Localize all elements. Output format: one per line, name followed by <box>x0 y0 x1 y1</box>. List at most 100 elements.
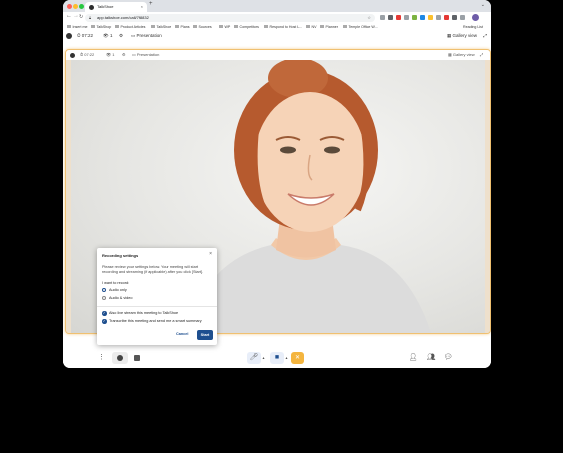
extension-icon[interactable] <box>412 15 417 20</box>
extension-icon[interactable] <box>444 15 449 20</box>
timer: ⏱ 07:22 <box>77 33 94 38</box>
video-margin <box>66 60 71 333</box>
url-field[interactable]: 🔒︎ app.talkshoe.com/call/7f8832 ☆ <box>85 13 375 22</box>
shared-meeting-header: ⏱ 07:22 👁︎ 1 ⚙ ▭ Presentation ▦ Gallery … <box>66 50 490 60</box>
share-screen-button[interactable] <box>132 352 142 364</box>
extension-icon[interactable] <box>436 15 441 20</box>
url-text: app.talkshoe.com/call/7f8832 <box>97 14 149 20</box>
transcribe-checkbox[interactable]: ✓ <box>102 319 107 324</box>
maximize-window-icon[interactable] <box>79 4 84 9</box>
video-margin <box>485 60 490 333</box>
folder-icon <box>151 25 155 29</box>
bookmark-item[interactable]: Sources <box>193 23 212 31</box>
radio-label: Audio & video <box>109 296 133 300</box>
new-tab-button[interactable]: + <box>149 1 153 7</box>
mic-options-chevron-icon[interactable]: ▴ <box>261 352 266 364</box>
more-options-icon[interactable]: ⋮ <box>98 352 105 364</box>
folder-icon <box>193 25 197 29</box>
favicon-icon <box>89 4 94 10</box>
audio-video-radio[interactable] <box>102 296 106 300</box>
extension-icon[interactable] <box>388 15 393 20</box>
presentation-label: ▭ Presentation <box>132 52 160 57</box>
bookmark-item[interactable]: TalkShop <box>91 23 111 31</box>
tab-search-icon[interactable]: ⌄ <box>481 2 485 8</box>
folder-icon <box>115 25 119 29</box>
divider <box>97 306 217 307</box>
close-icon[interactable]: × <box>209 251 212 257</box>
meeting-toolbar: ⋮ 🎤︎ ▴ ■ ▴ ✕ 👤︎ 👥︎ 💬︎ <box>63 348 491 368</box>
address-bar-row: ← → ↻ 🔒︎ app.talkshoe.com/call/7f8832 ☆ <box>63 12 491 23</box>
record-type-label: I want to record: <box>102 281 130 285</box>
bookmark-item[interactable]: Competitors <box>234 23 259 31</box>
bookmark-item[interactable]: WP <box>219 23 230 31</box>
bookmark-star-icon[interactable]: ☆ <box>367 14 371 22</box>
mic-button[interactable]: 🎤︎ <box>247 352 261 364</box>
extension-icon[interactable] <box>404 15 409 20</box>
presentation-button[interactable]: ▭ Presentation <box>131 31 162 41</box>
back-icon[interactable]: ← <box>66 13 72 19</box>
minimize-window-icon[interactable] <box>73 4 78 9</box>
logo <box>70 52 75 58</box>
checkbox-label: Transcribe this meeting and send me a sm… <box>109 319 202 323</box>
lock-icon: 🔒︎ <box>89 14 92 20</box>
folder-icon <box>264 25 268 29</box>
live-stream-checkbox[interactable]: ✓ <box>102 311 107 316</box>
participants-icon[interactable]: 👥︎ <box>425 352 437 364</box>
bookmark-item[interactable]: TalkShoe <box>151 23 171 31</box>
extension-icon[interactable] <box>428 15 433 20</box>
meeting-header: ⏱ 07:22 👁︎ 1 ⚙ ▭ Presentation ▦ Gallery … <box>63 31 491 41</box>
sidepanel-icon[interactable] <box>460 15 465 20</box>
leave-button[interactable]: ✕ <box>291 352 304 364</box>
checkbox-label: Also live stream this meeting to TalkSho… <box>109 311 179 315</box>
logo <box>66 33 72 39</box>
folder-icon <box>175 25 179 29</box>
browser-tab[interactable]: TalkShoe × <box>85 2 147 12</box>
settings-icon: ⚙ <box>122 52 126 57</box>
gallery-view-button[interactable]: ▦ Gallery view <box>447 31 477 41</box>
avatar[interactable] <box>472 14 479 21</box>
reading-list[interactable]: Reading List <box>463 23 483 31</box>
add-person-icon[interactable]: 👤︎ <box>408 352 418 364</box>
extension-icon[interactable] <box>396 15 401 20</box>
folder-icon <box>234 25 238 29</box>
camera-button[interactable]: ■ <box>270 352 284 364</box>
chat-icon[interactable]: 💬︎ <box>443 352 453 364</box>
audio-only-radio[interactable] <box>102 288 106 292</box>
tab-close-icon[interactable]: × <box>141 2 143 12</box>
viewer-count: 👁︎ 1 <box>106 52 115 57</box>
folder-icon <box>343 25 347 29</box>
recording-settings-dialog: Recording settings × Please review your … <box>97 248 217 345</box>
folder-icon <box>67 25 71 29</box>
timer: ⏱ 07:22 <box>80 52 95 57</box>
settings-icon[interactable]: ⚙ <box>119 31 123 41</box>
camera-options-chevron-icon[interactable]: ▴ <box>284 352 289 364</box>
bookmark-item[interactable]: Product Articles <box>115 23 145 31</box>
bookmark-item[interactable]: Temple Office W... <box>343 23 378 31</box>
folder-icon <box>320 25 324 29</box>
dialog-title: Recording settings <box>102 253 139 258</box>
viewer-count: 👁︎ 1 <box>103 33 113 38</box>
bookmark-item[interactable]: Plans <box>175 23 190 31</box>
dialog-description: Please review your settings below. Your … <box>102 265 204 275</box>
extension-icon[interactable] <box>420 15 425 20</box>
radio-label: Audio only <box>109 288 127 292</box>
tab-title: TalkShoe <box>97 4 114 9</box>
bookmark-item[interactable]: Planner <box>320 23 338 31</box>
record-button[interactable] <box>112 352 128 364</box>
bookmark-item[interactable]: NV <box>306 23 317 31</box>
cancel-button[interactable]: Cancel <box>176 332 188 336</box>
gallery-view-label: ▦ Gallery view <box>448 52 475 57</box>
folder-icon <box>219 25 223 29</box>
close-window-icon[interactable] <box>67 4 72 9</box>
start-button[interactable]: Start <box>197 330 213 340</box>
bookmark-item[interactable]: Respond to Host L... <box>264 23 302 31</box>
fullscreen-icon[interactable]: ⤢ <box>483 31 487 41</box>
extension-icon[interactable] <box>380 15 385 20</box>
puzzle-icon[interactable] <box>452 15 457 20</box>
tab-strip: TalkShoe × + ⌄ <box>63 0 491 12</box>
folder-icon <box>306 25 310 29</box>
bookmark-item[interactable]: Insert me <box>67 23 87 31</box>
reload-icon[interactable]: ↻ <box>79 14 83 20</box>
folder-icon <box>91 25 95 29</box>
fullscreen-icon: ⤢ <box>480 52 484 57</box>
